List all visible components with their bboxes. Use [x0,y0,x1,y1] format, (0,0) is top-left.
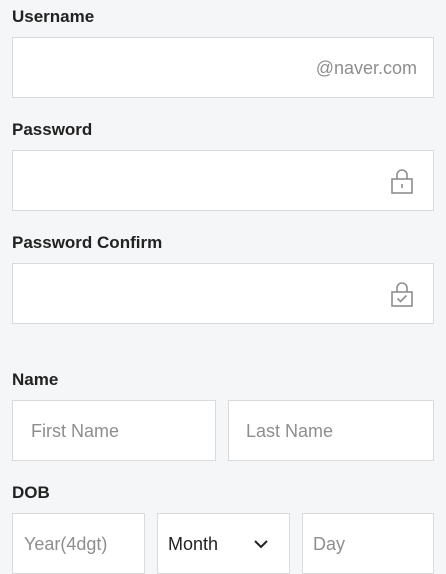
first-name-input[interactable]: First Name [12,400,216,461]
password-input[interactable] [12,150,434,211]
lock-check-icon [390,281,414,307]
dob-year-placeholder: Year(4dgt) [24,533,108,554]
name-label: Name [12,370,59,389]
dob-year-input[interactable]: Year(4dgt) [12,513,145,574]
username-label: Username [12,7,95,26]
password-label: Password [12,120,93,139]
dob-day-placeholder: Day [313,533,346,554]
password-confirm-label: Password Confirm [12,233,163,252]
last-name-input[interactable]: Last Name [228,400,434,461]
password-confirm-input[interactable] [12,263,434,324]
dob-month-select[interactable]: Month [157,513,290,574]
dob-month-value: Month [168,533,219,554]
username-input[interactable]: @naver.com [12,37,434,98]
dob-label: DOB [12,483,50,502]
lock-icon [390,168,414,194]
chevron-down-icon [253,539,269,549]
first-name-placeholder: First Name [31,420,120,441]
last-name-placeholder: Last Name [246,420,334,441]
username-domain-suffix: @naver.com [315,57,417,78]
dob-day-input[interactable]: Day [302,513,434,574]
